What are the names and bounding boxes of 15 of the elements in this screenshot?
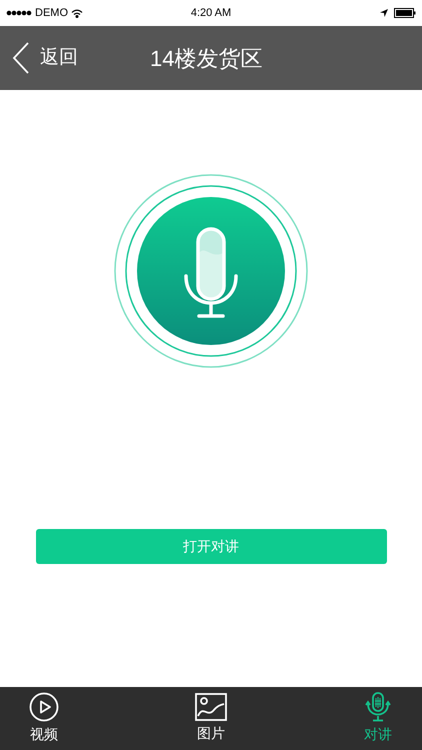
battery-icon <box>394 8 416 18</box>
status-time: 4:20 AM <box>190 6 232 21</box>
page-title: 14楼发货区 <box>150 44 262 72</box>
back-icon <box>12 42 30 74</box>
tab[interactable]: 图片 <box>189 693 233 744</box>
signal-icon <box>6 10 32 16</box>
tab[interactable]: 视频 <box>22 692 66 745</box>
carrier-name: DEMO <box>35 6 68 21</box>
microphone-icon <box>363 692 393 722</box>
location-icon <box>380 9 388 17</box>
tab[interactable]: 对讲 <box>356 692 400 745</box>
back-button[interactable]: 返回 <box>0 42 78 74</box>
play-icon <box>29 692 59 722</box>
image-icon <box>195 693 227 721</box>
wifi-icon <box>71 8 83 18</box>
